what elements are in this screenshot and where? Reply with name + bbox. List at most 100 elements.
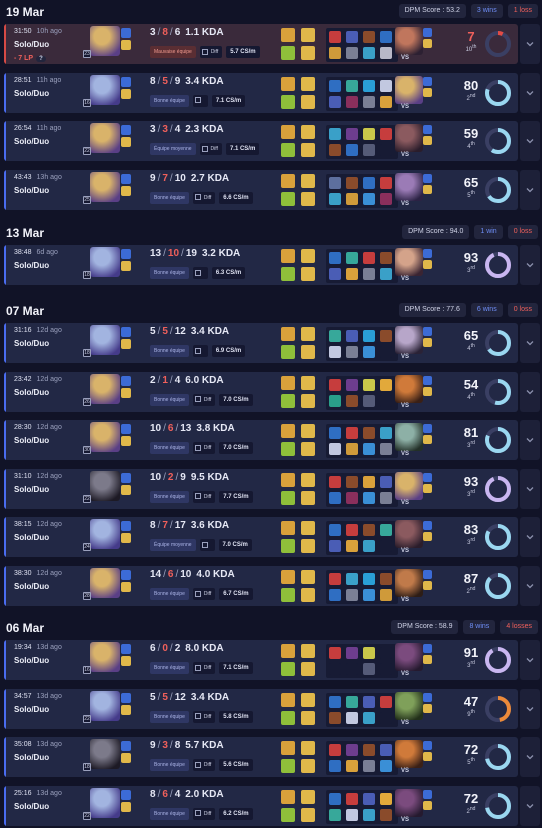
match-row[interactable]: 31:10 12d ago Solo/Duo 22 10/2/9 9.5 KDA Bonne… [4,468,518,509]
item-slot[interactable] [329,176,341,189]
item-slot[interactable] [380,573,392,585]
item-slot[interactable] [363,47,375,59]
item-slot[interactable] [346,540,358,553]
expand-button[interactable] [520,420,540,461]
expand-button[interactable] [520,640,540,680]
item-slot[interactable] [346,573,358,585]
item-slot[interactable] [363,808,375,821]
item-slot[interactable] [363,427,375,440]
expand-button[interactable] [520,371,540,412]
item-slot[interactable] [363,524,375,537]
item-slot[interactable] [329,663,341,675]
expand-button[interactable] [520,169,540,210]
item-slot[interactable] [329,252,341,264]
match-row[interactable]: 28:30 12d ago Solo/Duo 30 10/6/13 3.8 KDA Bonn… [4,420,518,461]
expand-button[interactable] [520,517,540,558]
match-row[interactable]: 35:08 13d ago Solo/Duo 18 9/3/8 5.7 KDA Bonne … [4,737,518,778]
item-slot[interactable] [346,695,358,708]
item-slot[interactable] [346,79,358,92]
match-row[interactable]: 38:48 6d ago Solo/Duo 18 13/10/19 3.2 KDA Bonn… [4,245,518,285]
item-slot[interactable] [329,808,341,821]
item-slot[interactable] [363,744,375,757]
match-row[interactable]: 31:50 10h ago Solo/Duo - 7 LP? 23 3/8/6 1.1 KD… [4,24,518,64]
item-slot[interactable] [329,491,341,504]
item-slot[interactable] [380,443,392,456]
item-slot[interactable] [346,443,358,456]
item-slot[interactable] [363,330,375,342]
match-row[interactable]: 38:15 12d ago Solo/Duo 24 8/7/17 3.6 KDA Équip… [4,517,518,558]
item-slot[interactable] [346,330,358,342]
expand-button[interactable] [520,688,540,729]
item-slot[interactable] [329,589,341,601]
item-slot[interactable] [363,394,375,407]
item-slot[interactable] [346,792,358,805]
item-slot[interactable] [329,475,341,488]
item-slot[interactable] [329,427,341,440]
item-slot[interactable] [380,760,392,773]
item-slot[interactable] [380,176,392,189]
item-slot[interactable] [346,475,358,488]
item-slot[interactable] [363,792,375,805]
item-slot[interactable] [380,663,392,675]
item-slot[interactable] [363,443,375,456]
item-slot[interactable] [363,268,375,280]
item-slot[interactable] [346,427,358,440]
item-slot[interactable] [363,711,375,724]
item-slot[interactable] [329,394,341,407]
item-slot[interactable] [363,346,375,358]
item-slot[interactable] [329,346,341,358]
item-slot[interactable] [346,95,358,108]
item-slot[interactable] [346,378,358,391]
match-row[interactable]: 19:34 13d ago Solo/Duo 16 6/0/2 8.0 KDA Bonne … [4,640,518,680]
item-slot[interactable] [346,252,358,264]
item-slot[interactable] [346,31,358,43]
item-slot[interactable] [329,192,341,205]
item-slot[interactable] [329,128,341,141]
item-slot[interactable] [329,144,341,157]
item-slot[interactable] [363,475,375,488]
match-row[interactable]: 25:16 13d ago Solo/Duo 22 8/6/4 2.0 KDA Bonne … [4,785,518,826]
item-slot[interactable] [363,95,375,108]
item-slot[interactable] [380,79,392,92]
item-slot[interactable] [346,268,358,280]
item-slot[interactable] [329,744,341,757]
item-slot[interactable] [329,79,341,92]
item-slot[interactable] [363,573,375,585]
item-slot[interactable] [346,744,358,757]
item-slot[interactable] [329,31,341,43]
item-slot[interactable] [329,573,341,585]
item-slot[interactable] [380,744,392,757]
match-row[interactable]: 34:57 13d ago Solo/Duo 22 5/5/12 3.4 KDA Bonne… [4,688,518,729]
item-slot[interactable] [380,427,392,440]
item-slot[interactable] [346,711,358,724]
item-slot[interactable] [363,31,375,43]
match-row[interactable]: 26:54 11h ago Solo/Duo 22 3/3/4 2.3 KDA Équipe… [4,121,518,162]
item-slot[interactable] [363,144,375,157]
item-slot[interactable] [346,663,358,675]
expand-button[interactable] [520,468,540,509]
item-slot[interactable] [346,192,358,205]
item-slot[interactable] [363,760,375,773]
item-slot[interactable] [346,128,358,141]
item-slot[interactable] [363,192,375,205]
item-slot[interactable] [380,192,392,205]
item-slot[interactable] [380,695,392,708]
item-slot[interactable] [363,491,375,504]
item-slot[interactable] [363,663,375,675]
item-slot[interactable] [363,252,375,264]
item-slot[interactable] [363,695,375,708]
expand-button[interactable] [520,245,540,285]
item-slot[interactable] [329,47,341,59]
item-slot[interactable] [346,647,358,659]
item-slot[interactable] [346,176,358,189]
item-slot[interactable] [380,128,392,141]
expand-button[interactable] [520,24,540,64]
expand-button[interactable] [520,737,540,778]
item-slot[interactable] [346,524,358,537]
item-slot[interactable] [380,647,392,659]
expand-button[interactable] [520,566,540,606]
lp-help-icon[interactable]: ? [36,56,46,62]
item-slot[interactable] [380,808,392,821]
match-row[interactable]: 43:43 13h ago Solo/Duo 25 9/7/10 2.7 KDA Bonne… [4,169,518,210]
item-slot[interactable] [380,394,392,407]
